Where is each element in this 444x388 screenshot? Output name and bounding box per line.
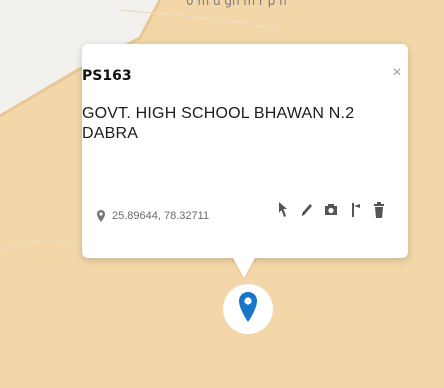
close-icon[interactable]: × <box>386 62 408 84</box>
map-text: 0 m u gn m r p h <box>186 0 287 8</box>
station-name: GOVT. HIGH SCHOOL BHAWAN N.2 DABRA <box>82 105 355 142</box>
coordinates-row: 25.89644, 78.32711 <box>96 206 209 226</box>
pencil-icon[interactable] <box>300 200 314 220</box>
camera-icon[interactable] <box>324 200 338 220</box>
popup-pointer <box>232 256 256 278</box>
location-pin-icon <box>97 210 105 222</box>
route-icon[interactable] <box>348 200 362 220</box>
action-toolbar <box>276 200 386 220</box>
trash-icon[interactable] <box>372 200 386 220</box>
coordinates-text: 25.89644, 78.32711 <box>112 210 210 222</box>
navigate-icon[interactable] <box>276 200 290 220</box>
location-marker-icon[interactable] <box>237 291 259 323</box>
info-popup: PS163 × GOVT. HIGH SCHOOL BHAWAN N.2 DAB… <box>82 44 408 258</box>
station-code: PS163 <box>82 68 132 84</box>
